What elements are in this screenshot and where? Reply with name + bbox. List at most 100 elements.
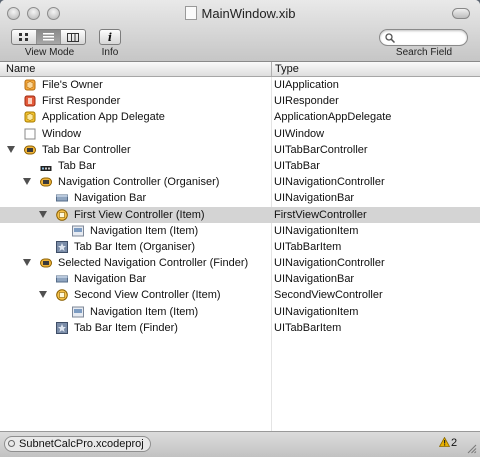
view-controller-icon [56, 289, 68, 302]
cube-yellow-icon [24, 111, 36, 123]
outline-row[interactable]: Navigation Bar UINavigationBar [0, 271, 480, 287]
row-name: Window [42, 127, 82, 140]
warning-icon[interactable] [439, 437, 450, 447]
outline-row[interactable]: First Responder UIResponder [0, 93, 480, 109]
row-name: Application App Delegate [42, 111, 165, 124]
outline-row[interactable]: Window UIWindow [0, 126, 480, 142]
outline-view[interactable]: File's Owner UIApplication First Responder… [0, 77, 480, 336]
row-name: Navigation Bar [74, 192, 147, 205]
row-type: UINavigationItem [274, 305, 359, 318]
navigation-bar-icon [56, 192, 68, 204]
disclosure-triangle-icon[interactable] [23, 259, 31, 267]
row-type: SecondViewController [274, 289, 383, 302]
search-icon [385, 33, 395, 43]
outline-row[interactable]: Navigation Controller (Organiser) UINavig… [0, 174, 480, 190]
project-pill[interactable]: SubnetCalcPro.xcodeproj [4, 436, 151, 452]
row-name: First Responder [42, 95, 121, 108]
responder-red-icon [24, 95, 36, 107]
controller-icon [40, 257, 52, 269]
navigation-item-icon [72, 306, 84, 318]
outline-row[interactable]: Tab Bar UITabBar [0, 158, 480, 174]
window-title: MainWindow.xib [201, 6, 296, 21]
project-name: SubnetCalcPro.xcodeproj [19, 438, 144, 450]
row-name: Navigation Item (Item) [90, 224, 199, 237]
window-icon [24, 128, 36, 140]
info-button[interactable]: i [99, 29, 121, 45]
row-name: Navigation Bar [74, 273, 147, 286]
row-type: UINavigationController [274, 257, 385, 270]
row-type: UINavigationBar [274, 192, 355, 205]
list-view-button[interactable] [36, 30, 62, 44]
cube-orange-icon [24, 79, 36, 91]
search-field-label: Search Field [395, 47, 453, 58]
info-icon: i [107, 30, 113, 44]
tab-bar-icon [40, 160, 52, 172]
row-name: Tab Bar Item (Finder) [74, 321, 178, 334]
icon-view-icon [18, 33, 28, 41]
list-view-icon [43, 33, 54, 41]
row-name: Second View Controller (Item) [74, 289, 221, 302]
row-type: UIWindow [274, 127, 325, 140]
status-bar: SubnetCalcPro.xcodeproj 2 [0, 431, 480, 457]
outline-row[interactable]: Tab Bar Controller UITabBarController [0, 142, 480, 158]
row-type: UITabBarController [274, 143, 368, 156]
column-view-button[interactable] [61, 30, 85, 44]
column-view-icon [67, 32, 80, 42]
name-column-header[interactable]: Name [6, 63, 35, 75]
outline-row[interactable]: Tab Bar Item (Finder) UITabBarItem [0, 320, 480, 336]
row-name: Tab Bar Item (Organiser) [74, 240, 196, 253]
outline-row[interactable]: Selected Navigation Controller (Finder) U… [0, 255, 480, 271]
outline-row[interactable]: File's Owner UIApplication [0, 77, 480, 93]
document-icon [184, 6, 197, 20]
outline-header: Name Type [0, 62, 480, 77]
outline-row[interactable]: Tab Bar Item (Organiser) UITabBarItem [0, 239, 480, 255]
row-type: ApplicationAppDelegate [274, 111, 392, 124]
controller-icon [40, 176, 52, 188]
row-type: UITabBar [274, 159, 320, 172]
disclosure-triangle-icon[interactable] [23, 178, 31, 186]
row-type: UINavigationController [274, 176, 385, 189]
search-field[interactable] [379, 29, 468, 46]
row-type: UITabBarItem [274, 240, 342, 253]
outline-row[interactable]: First View Controller (Item) FirstViewCon… [0, 206, 480, 223]
info-label: Info [101, 47, 119, 58]
row-type: UINavigationItem [274, 224, 359, 237]
row-type: UITabBarItem [274, 321, 342, 334]
row-name: Navigation Controller (Organiser) [58, 176, 220, 189]
disclosure-triangle-icon[interactable] [7, 145, 15, 153]
outline-row[interactable]: Navigation Item (Item) UINavigationItem [0, 223, 480, 239]
title-bar: MainWindow.xib View Mode i Info Search F… [0, 0, 480, 62]
disclosure-triangle-icon[interactable] [39, 291, 47, 299]
row-name: Navigation Item (Item) [90, 305, 199, 318]
row-name: First View Controller (Item) [74, 208, 205, 221]
ib-document-window: MainWindow.xib View Mode i Info Search F… [0, 0, 480, 457]
project-status-icon [8, 440, 15, 447]
row-type: FirstViewController [274, 208, 367, 221]
outline-row[interactable]: Application App Delegate ApplicationAppDe… [0, 109, 480, 125]
view-controller-icon [56, 208, 68, 221]
view-mode-control[interactable] [11, 29, 86, 45]
column-divider[interactable] [271, 62, 272, 76]
disclosure-triangle-icon[interactable] [39, 210, 47, 218]
row-name: Tab Bar [58, 159, 96, 172]
icon-view-button[interactable] [12, 30, 37, 44]
toolbar-toggle-button[interactable] [452, 8, 470, 19]
row-name: File's Owner [42, 79, 103, 91]
outline-row[interactable]: Navigation Item (Item) UINavigationItem [0, 304, 480, 320]
row-name: Selected Navigation Controller (Finder) [58, 257, 249, 270]
tab-bar-item-icon [56, 321, 68, 334]
type-column-header[interactable]: Type [275, 63, 299, 75]
tab-bar-item-icon [56, 240, 68, 253]
view-mode-label: View Mode [24, 47, 75, 58]
row-name: Tab Bar Controller [42, 143, 131, 156]
row-type: UIApplication [274, 79, 339, 91]
outline-row[interactable]: Second View Controller (Item) SecondViewC… [0, 287, 480, 303]
row-type: UIResponder [274, 95, 339, 108]
row-type: UINavigationBar [274, 273, 355, 286]
warning-count[interactable]: 2 [451, 437, 457, 449]
navigation-item-icon [72, 225, 84, 237]
controller-icon [24, 144, 36, 156]
resize-grip-icon[interactable] [466, 443, 477, 454]
navigation-bar-icon [56, 273, 68, 285]
outline-row[interactable]: Navigation Bar UINavigationBar [0, 190, 480, 206]
